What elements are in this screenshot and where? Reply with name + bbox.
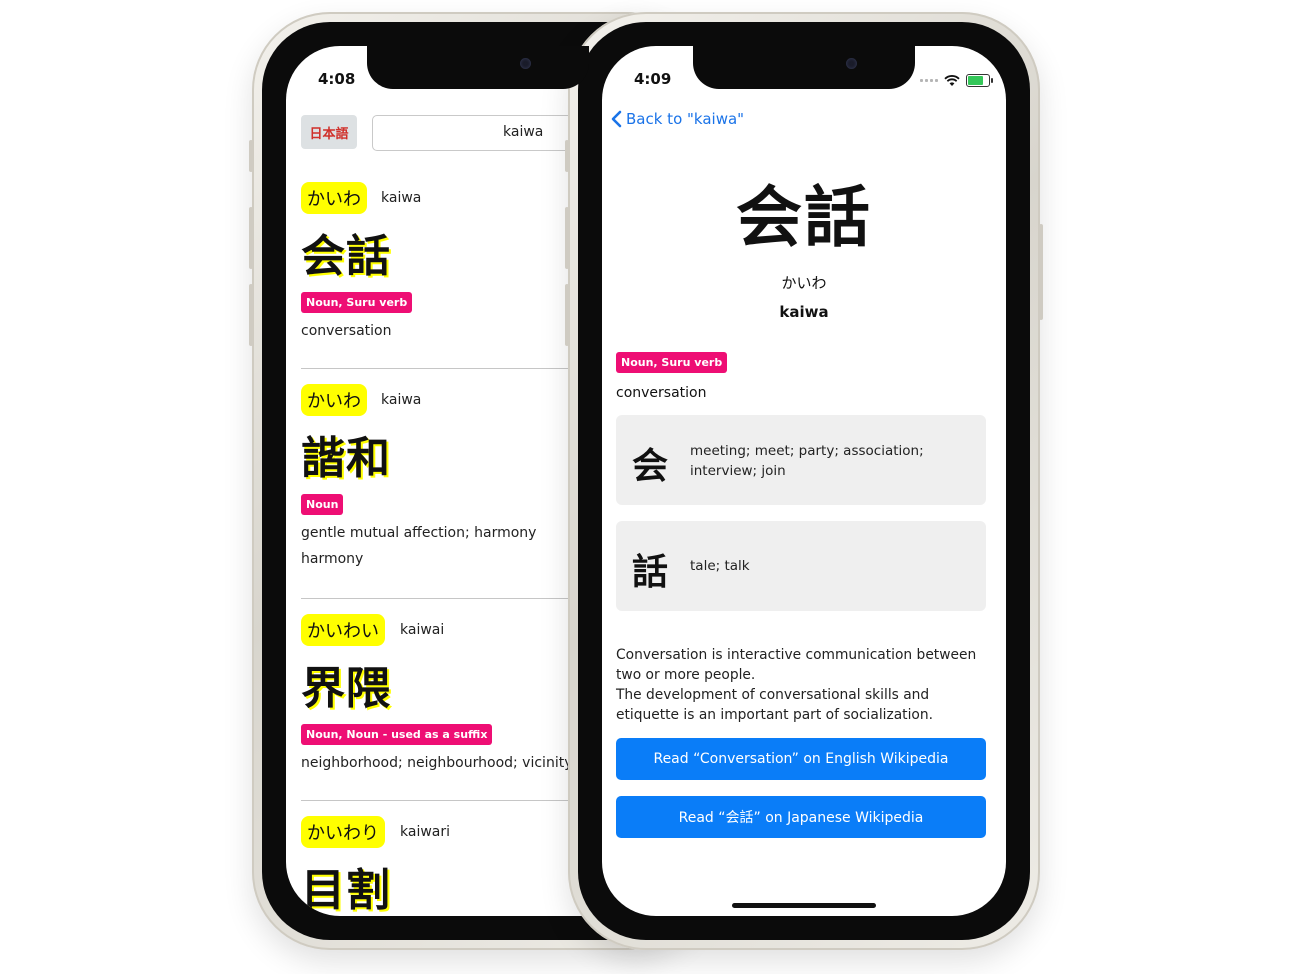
gloss-text: gentle mutual affection; harmony	[301, 525, 537, 541]
power-button	[1039, 224, 1043, 320]
kanji-headword: 会話	[736, 179, 872, 256]
divider	[301, 800, 591, 801]
kanji-meaning: meeting; meet; party; association; inter…	[690, 443, 924, 479]
divider	[301, 598, 591, 599]
notch	[693, 46, 915, 89]
kanji-headword: 界隈	[301, 663, 391, 714]
volume-up-button	[249, 207, 253, 269]
kanji-character: 話	[632, 552, 669, 593]
status-time: 4:08	[318, 70, 356, 88]
right-screen: 4:09 Back to "kaiwa" 会話 かいわ kaiwa Noun, …	[602, 46, 1006, 916]
kana-reading: かいわ	[781, 274, 827, 292]
volume-down-button	[565, 284, 569, 346]
status-time: 4:09	[634, 70, 672, 88]
part-of-speech-badge: Noun, Suru verb	[301, 292, 413, 313]
gloss-text: neighborhood; neighbourhood; vicinity	[301, 755, 573, 771]
status-icons	[920, 74, 993, 87]
camera-icon	[520, 58, 531, 69]
gloss-text: harmony	[301, 551, 364, 567]
search-value: kaiwa	[503, 124, 544, 140]
japanese-wikipedia-button[interactable]: Read “会話” on Japanese Wikipedia	[616, 796, 986, 838]
kana-reading: かいわ	[301, 182, 367, 214]
home-indicator[interactable]	[732, 903, 876, 908]
kanji-headword: 目割	[301, 865, 391, 916]
result-entry[interactable]: かいわい kaiwai 界隈 Noun, Noun - used as a su…	[301, 614, 601, 772]
mute-switch	[565, 140, 569, 172]
volume-down-button	[249, 284, 253, 346]
romaji-reading: kaiwari	[400, 824, 451, 840]
part-of-speech-badge: Noun	[301, 494, 344, 515]
signal-icon	[920, 79, 938, 82]
gloss-text: conversation	[616, 385, 707, 401]
description-text: Conversation is interactive communicatio…	[616, 647, 977, 723]
kanji-headword: 諧和	[301, 433, 391, 484]
phone-bezel: 4:09 Back to "kaiwa" 会話 かいわ kaiwa Noun, …	[578, 22, 1030, 940]
kana-reading: かいわ	[301, 384, 367, 416]
part-of-speech-badge: Noun, Noun - used as a suffix	[301, 724, 493, 745]
romaji-reading: kaiwa	[381, 190, 422, 206]
mute-switch	[249, 140, 253, 172]
result-entry[interactable]: かいわ kaiwa 諧和 Noun gentle mutual affectio…	[301, 384, 601, 567]
wifi-icon	[944, 74, 960, 86]
divider	[301, 368, 591, 369]
part-of-speech-badge: Noun, Suru verb	[616, 352, 728, 373]
notch	[367, 46, 589, 89]
kana-reading: かいわり	[301, 816, 385, 848]
kanji-meaning: tale; talk	[690, 558, 750, 574]
back-button[interactable]: Back to "kaiwa"	[610, 110, 744, 128]
gloss-text: conversation	[301, 323, 392, 339]
kanji-card[interactable]: 話 tale; talk	[616, 521, 986, 611]
kanji-headword: 会話	[301, 231, 391, 282]
back-label: Back to "kaiwa"	[626, 110, 745, 128]
result-entry[interactable]: かいわ kaiwa 会話 Noun, Suru verb conversatio…	[301, 182, 601, 340]
result-entry[interactable]: かいわり kaiwari 目割	[301, 816, 601, 916]
romaji-reading: kaiwai	[400, 622, 445, 638]
battery-icon	[966, 74, 993, 87]
volume-up-button	[565, 207, 569, 269]
english-wikipedia-button[interactable]: Read “Conversation” on English Wikipedia	[616, 738, 986, 780]
right-phone: 4:09 Back to "kaiwa" 会話 かいわ kaiwa Noun, …	[565, 12, 1043, 950]
romaji-reading: kaiwa	[779, 303, 829, 321]
language-toggle-button[interactable]: 日本語	[301, 115, 357, 149]
chevron-left-icon	[611, 110, 622, 128]
kana-reading: かいわい	[301, 614, 385, 646]
kanji-card[interactable]: 会 meeting; meet; party; association; int…	[616, 415, 986, 505]
romaji-reading: kaiwa	[381, 392, 422, 408]
kanji-character: 会	[632, 446, 669, 487]
camera-icon	[846, 58, 857, 69]
